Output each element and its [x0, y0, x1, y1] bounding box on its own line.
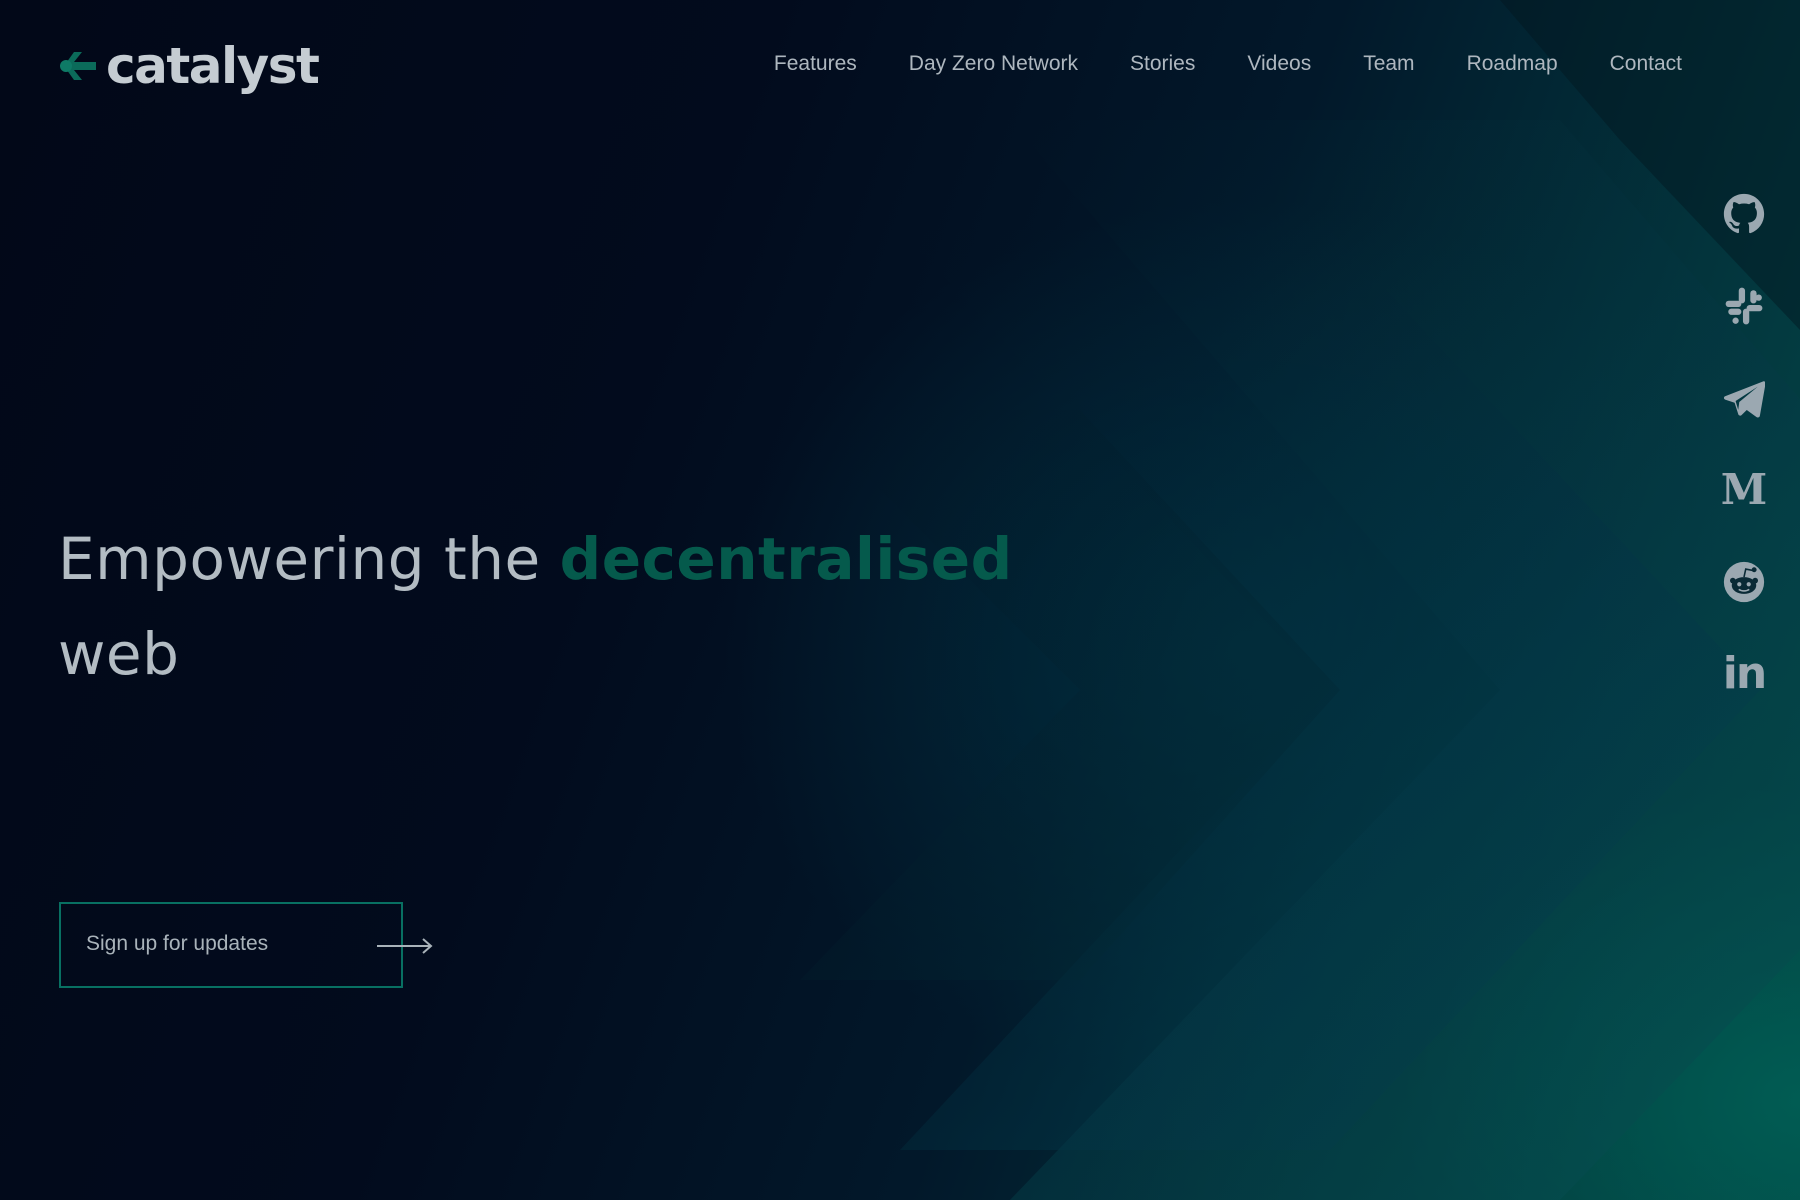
sign-up-button[interactable]: Sign up for updates	[59, 902, 433, 988]
linkedin-glyph: in	[1722, 648, 1767, 699]
linkedin-icon[interactable]: in	[1722, 648, 1767, 699]
landing-page: catalyst Features Day Zero Network Stori…	[0, 0, 1800, 1200]
nav-link-features[interactable]: Features	[774, 52, 857, 76]
hero-title-prefix: Empowering the	[58, 525, 560, 593]
medium-icon[interactable]: M	[1720, 465, 1768, 514]
nav-link-roadmap[interactable]: Roadmap	[1467, 52, 1558, 76]
nav-link-stories[interactable]: Stories	[1130, 52, 1195, 76]
hero-title-accent: decentralised	[559, 525, 1013, 593]
nav-link-team[interactable]: Team	[1363, 52, 1414, 76]
nav-link-day-zero-network[interactable]: Day Zero Network	[909, 52, 1078, 76]
catalyst-logo[interactable]: catalyst	[58, 36, 320, 96]
catalyst-arrow-icon	[60, 52, 96, 80]
github-icon[interactable]	[1722, 192, 1766, 236]
telegram-icon[interactable]	[1722, 376, 1766, 420]
nav-link-videos[interactable]: Videos	[1247, 52, 1311, 76]
social-links: M in	[1720, 192, 1768, 699]
brand-name: catalyst	[106, 37, 320, 95]
slack-icon[interactable]	[1722, 284, 1766, 328]
main-nav: Features Day Zero Network Stories Videos…	[774, 52, 1682, 76]
sign-up-label: Sign up for updates	[86, 932, 269, 955]
reddit-icon[interactable]	[1722, 560, 1766, 604]
nav-link-contact[interactable]: Contact	[1610, 52, 1682, 76]
hero-title-suffix: web	[58, 620, 180, 688]
arrow-right-icon	[377, 938, 433, 954]
hero-heading: Empowering the decentralised web	[58, 512, 1038, 702]
medium-glyph: M	[1720, 465, 1768, 514]
